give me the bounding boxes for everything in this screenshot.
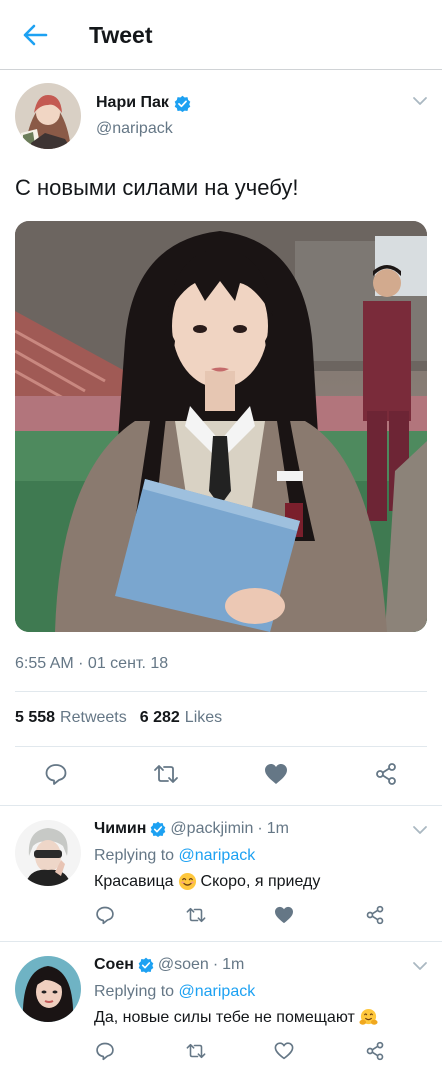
reply-author-name[interactable]: Соен xyxy=(94,956,134,974)
top-bar: Tweet xyxy=(0,0,442,70)
author-name[interactable]: Нари Пак xyxy=(96,94,191,112)
reply-author-name[interactable]: Чимин xyxy=(94,820,146,838)
reply-button[interactable] xyxy=(93,1039,117,1063)
share-button[interactable] xyxy=(363,903,387,927)
reply-actions xyxy=(0,903,442,929)
reply-icon xyxy=(45,764,67,785)
author-avatar[interactable] xyxy=(15,83,81,149)
retweet-icon xyxy=(154,765,178,783)
reply-text-before: Красавица xyxy=(94,872,174,890)
replying-mention[interactable]: @naripack xyxy=(179,847,256,864)
likes-stat[interactable]: 6 282 Likes xyxy=(140,709,222,727)
retweets-count: 5 558 xyxy=(15,709,56,726)
share-icon xyxy=(366,1041,384,1061)
reply-handle[interactable]: @soen xyxy=(158,956,209,974)
reply-actions xyxy=(0,1039,442,1065)
smiling-face-emoji xyxy=(178,872,196,891)
reply-text-after: Скоро, я приеду xyxy=(200,872,321,890)
verified-badge-icon xyxy=(151,821,166,837)
verified-badge-icon xyxy=(138,957,154,973)
reply-separator: · xyxy=(212,956,219,973)
retweet-icon xyxy=(186,907,206,923)
share-button[interactable] xyxy=(372,760,400,788)
reply-handle[interactable]: @packjimin xyxy=(170,820,253,838)
retweet-icon xyxy=(186,1043,206,1059)
author-handle[interactable]: @naripack xyxy=(96,120,173,138)
reply-time: 1m xyxy=(222,956,245,973)
hugging-face-emoji xyxy=(359,1008,378,1025)
divider xyxy=(0,941,442,942)
reply-separator: · xyxy=(257,820,263,837)
retweets-stat[interactable]: 5 558 Retweets xyxy=(15,709,127,727)
reply-header: Соен @soen · 1m xyxy=(94,956,244,974)
like-button[interactable] xyxy=(272,903,296,927)
replying-prefix: Replying to xyxy=(94,847,175,864)
reply-time: 1m xyxy=(266,820,289,837)
like-button[interactable] xyxy=(272,1039,296,1063)
replying-to: Replying to @naripack xyxy=(94,847,255,865)
reply-text-before: Да, новые силы тебе не помещают xyxy=(94,1008,355,1026)
back-button[interactable] xyxy=(22,22,48,48)
retweet-button[interactable] xyxy=(152,760,180,788)
reply-avatar[interactable] xyxy=(15,820,81,886)
reply-icon xyxy=(96,906,114,925)
likes-label: Likes xyxy=(184,709,223,726)
tweet-stats: 5 558 Retweets 6 282 Likes xyxy=(15,709,222,727)
replying-to: Replying to @naripack xyxy=(94,983,255,1001)
reply-icon xyxy=(96,1042,114,1061)
reply-button[interactable] xyxy=(93,903,117,927)
tweet-actions xyxy=(0,757,442,791)
arrow-left-icon xyxy=(23,24,48,46)
chevron-down-icon[interactable] xyxy=(412,822,428,838)
reply-button[interactable] xyxy=(42,760,70,788)
likes-count: 6 282 xyxy=(139,709,180,726)
reply-header: Чимин @packjimin · 1m xyxy=(94,820,289,838)
retweet-button[interactable] xyxy=(184,1039,208,1063)
verified-badge-icon xyxy=(174,95,191,112)
divider xyxy=(0,805,442,806)
like-button[interactable] xyxy=(262,760,290,788)
retweets-label: Retweets xyxy=(60,709,127,726)
tweet-timestamp: 6:55 AM · 01 сент. 18 xyxy=(15,655,169,672)
chevron-down-icon[interactable] xyxy=(412,93,428,109)
chevron-down-icon[interactable] xyxy=(412,958,428,974)
divider xyxy=(15,746,427,747)
tweet-text: С новыми силами на учебу! xyxy=(15,175,299,200)
reply-avatar[interactable] xyxy=(15,956,81,1022)
retweet-button[interactable] xyxy=(184,903,208,927)
replying-mention[interactable]: @naripack xyxy=(179,983,256,1000)
tweet-photo[interactable] xyxy=(15,221,427,632)
divider xyxy=(15,691,427,692)
share-button[interactable] xyxy=(363,1039,387,1063)
share-icon xyxy=(366,905,384,925)
heart-icon xyxy=(275,906,293,924)
page-title: Tweet xyxy=(89,22,153,48)
reply-text: Красавица Скоро, я приеду xyxy=(94,872,320,891)
reply-text: Да, новые силы тебе не помещают xyxy=(94,1008,382,1027)
heart-icon xyxy=(265,764,287,784)
author-name-text: Нари Пак xyxy=(96,94,169,111)
heart-outline-icon xyxy=(274,1042,294,1060)
replying-prefix: Replying to xyxy=(94,983,175,1000)
share-icon xyxy=(376,763,396,785)
